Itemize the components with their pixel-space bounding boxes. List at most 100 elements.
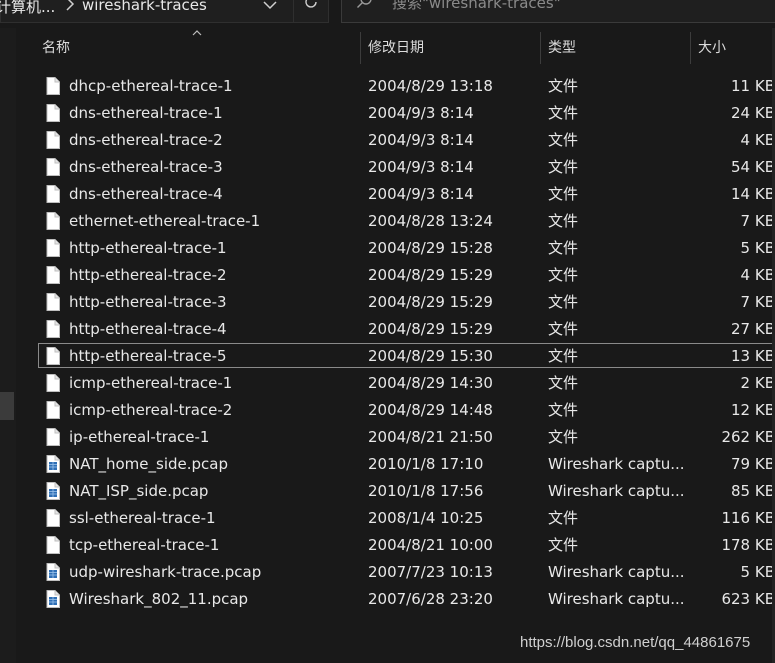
file-icon <box>46 158 60 176</box>
file-icon <box>46 77 60 95</box>
file-icon <box>46 536 60 554</box>
file-row[interactable]: dns-ethereal-trace-3 2004/9/3 8:14 文件 54 KB <box>18 154 775 181</box>
file-type: Wireshark captu... <box>548 455 685 473</box>
file-icon <box>46 266 60 284</box>
file-row[interactable]: dns-ethereal-trace-2 2004/9/3 8:14 文件 4 KB <box>18 127 775 154</box>
file-name[interactable]: tcp-ethereal-trace-1 <box>69 532 219 559</box>
file-name[interactable]: dns-ethereal-trace-1 <box>69 100 223 127</box>
file-name[interactable]: dns-ethereal-trace-2 <box>69 127 223 154</box>
file-name[interactable]: icmp-ethereal-trace-2 <box>69 397 232 424</box>
breadcrumb-parent[interactable]: 计算机... <box>0 0 55 17</box>
chevron-right-icon[interactable] <box>64 0 76 11</box>
file-size: 5 KB <box>740 563 775 581</box>
file-modified: 2004/9/3 8:14 <box>368 158 474 176</box>
search-box[interactable]: 搜索"wireshark-traces" <box>341 0 775 23</box>
file-row[interactable]: Wireshark_802_11.pcap 2007/6/28 23:20 Wire… <box>18 586 775 613</box>
file-size: 7 KB <box>740 293 775 311</box>
file-size: 2 KB <box>740 374 775 392</box>
file-type: Wireshark captu... <box>548 563 685 581</box>
watermark: https://blog.csdn.net/qq_44861675 <box>520 634 751 651</box>
nav-pane-scroll-thumb[interactable] <box>0 392 14 420</box>
file-row[interactable]: dhcp-ethereal-trace-1 2004/8/29 13:18 文件 11… <box>18 73 775 100</box>
file-name[interactable]: http-ethereal-trace-3 <box>69 289 227 316</box>
file-name[interactable]: Wireshark_802_11.pcap <box>69 586 248 613</box>
file-modified: 2004/8/29 15:28 <box>368 239 493 257</box>
file-modified: 2004/9/3 8:14 <box>368 104 474 122</box>
file-row[interactable]: dns-ethereal-trace-4 2004/9/3 8:14 文件 14 KB <box>18 181 775 208</box>
file-icon <box>46 212 60 230</box>
column-name[interactable]: 名称 <box>42 28 70 64</box>
column-divider[interactable] <box>360 32 361 64</box>
file-size: 14 KB <box>731 185 775 203</box>
breadcrumb-current[interactable]: wireshark-traces <box>82 0 207 14</box>
column-type[interactable]: 类型 <box>548 28 576 64</box>
file-icon <box>46 320 60 338</box>
file-row[interactable]: http-ethereal-trace-3 2004/8/29 15:29 文件 7 … <box>18 289 775 316</box>
file-type: 文件 <box>548 131 579 149</box>
file-name[interactable]: icmp-ethereal-trace-1 <box>69 370 232 397</box>
file-row[interactable]: ethernet-ethereal-trace-1 2004/8/28 13:24… <box>18 208 775 235</box>
file-row[interactable]: tcp-ethereal-trace-1 2004/8/21 10:00 文件 178… <box>18 532 775 559</box>
file-name[interactable]: http-ethereal-trace-5 <box>69 343 227 370</box>
file-row[interactable]: http-ethereal-trace-4 2004/8/29 15:29 文件 27… <box>18 316 775 343</box>
pcap-file-icon <box>46 455 60 473</box>
file-type: 文件 <box>548 77 579 95</box>
file-row[interactable]: http-ethereal-trace-2 2004/8/29 15:29 文件 4 … <box>18 262 775 289</box>
file-modified: 2004/8/29 15:29 <box>368 266 493 284</box>
file-row[interactable]: http-ethereal-trace-5 2004/8/29 15:30 文件 13… <box>18 343 775 370</box>
nav-pane-scrollbar[interactable] <box>0 28 16 663</box>
file-row[interactable]: icmp-ethereal-trace-2 2004/8/29 14:48 文件 12… <box>18 397 775 424</box>
file-name[interactable]: ip-ethereal-trace-1 <box>69 424 209 451</box>
file-icon <box>46 428 60 446</box>
file-size: 13 KB <box>731 347 775 365</box>
file-type: 文件 <box>548 401 579 419</box>
file-row[interactable]: NAT_ISP_side.pcap 2010/1/8 17:56 Wireshark… <box>18 478 775 505</box>
file-icon <box>46 239 60 257</box>
file-icon <box>46 293 60 311</box>
file-icon <box>46 104 60 122</box>
file-name[interactable]: http-ethereal-trace-4 <box>69 316 227 343</box>
file-size: 4 KB <box>740 131 775 149</box>
column-size[interactable]: 大小 <box>698 28 726 64</box>
refresh-button[interactable] <box>293 0 329 23</box>
file-size: 11 KB <box>731 77 775 95</box>
chevron-down-icon[interactable] <box>263 0 277 12</box>
file-name[interactable]: ethernet-ethereal-trace-1 <box>69 208 260 235</box>
file-type: 文件 <box>548 158 579 176</box>
file-modified: 2004/8/21 10:00 <box>368 536 493 554</box>
file-name[interactable]: NAT_home_side.pcap <box>69 451 228 478</box>
file-size: 12 KB <box>731 401 775 419</box>
file-name[interactable]: http-ethereal-trace-1 <box>69 235 227 262</box>
file-size: 27 KB <box>731 320 775 338</box>
file-icon <box>46 509 60 527</box>
file-name[interactable]: NAT_ISP_side.pcap <box>69 478 208 505</box>
search-input[interactable]: 搜索"wireshark-traces" <box>392 0 561 13</box>
column-modified[interactable]: 修改日期 <box>368 28 424 64</box>
file-name[interactable]: udp-wireshark-trace.pcap <box>69 559 261 586</box>
file-size: 85 KB <box>731 482 775 500</box>
column-header: 名称 修改日期 类型 大小 <box>18 28 775 64</box>
column-divider[interactable] <box>540 32 541 64</box>
file-name[interactable]: dhcp-ethereal-trace-1 <box>69 73 233 100</box>
file-row[interactable]: NAT_home_side.pcap 2010/1/8 17:10 Wireshar… <box>18 451 775 478</box>
file-row[interactable]: icmp-ethereal-trace-1 2004/8/29 14:30 文件 2 … <box>18 370 775 397</box>
file-row[interactable]: udp-wireshark-trace.pcap 2007/7/23 10:13 W… <box>18 559 775 586</box>
file-row[interactable]: ip-ethereal-trace-1 2004/8/21 21:50 文件 262 … <box>18 424 775 451</box>
column-divider[interactable] <box>690 32 691 64</box>
file-type: Wireshark captu... <box>548 590 685 608</box>
file-name[interactable]: dns-ethereal-trace-4 <box>69 181 223 208</box>
file-name[interactable]: ssl-ethereal-trace-1 <box>69 505 216 532</box>
file-size: 4 KB <box>740 266 775 284</box>
file-modified: 2004/9/3 8:14 <box>368 185 474 203</box>
file-name[interactable]: http-ethereal-trace-2 <box>69 262 227 289</box>
file-row[interactable]: http-ethereal-trace-1 2004/8/29 15:28 文件 5 … <box>18 235 775 262</box>
file-row[interactable]: dns-ethereal-trace-1 2004/9/3 8:14 文件 24 KB <box>18 100 775 127</box>
file-name[interactable]: dns-ethereal-trace-3 <box>69 154 223 181</box>
file-modified: 2004/8/28 13:24 <box>368 212 493 230</box>
file-type: 文件 <box>548 347 579 365</box>
file-size: 116 KB <box>721 509 775 527</box>
file-row[interactable]: ssl-ethereal-trace-1 2008/1/4 10:25 文件 116 … <box>18 505 775 532</box>
file-type: 文件 <box>548 266 579 284</box>
pcap-file-icon <box>46 563 60 581</box>
file-type: 文件 <box>548 428 579 446</box>
